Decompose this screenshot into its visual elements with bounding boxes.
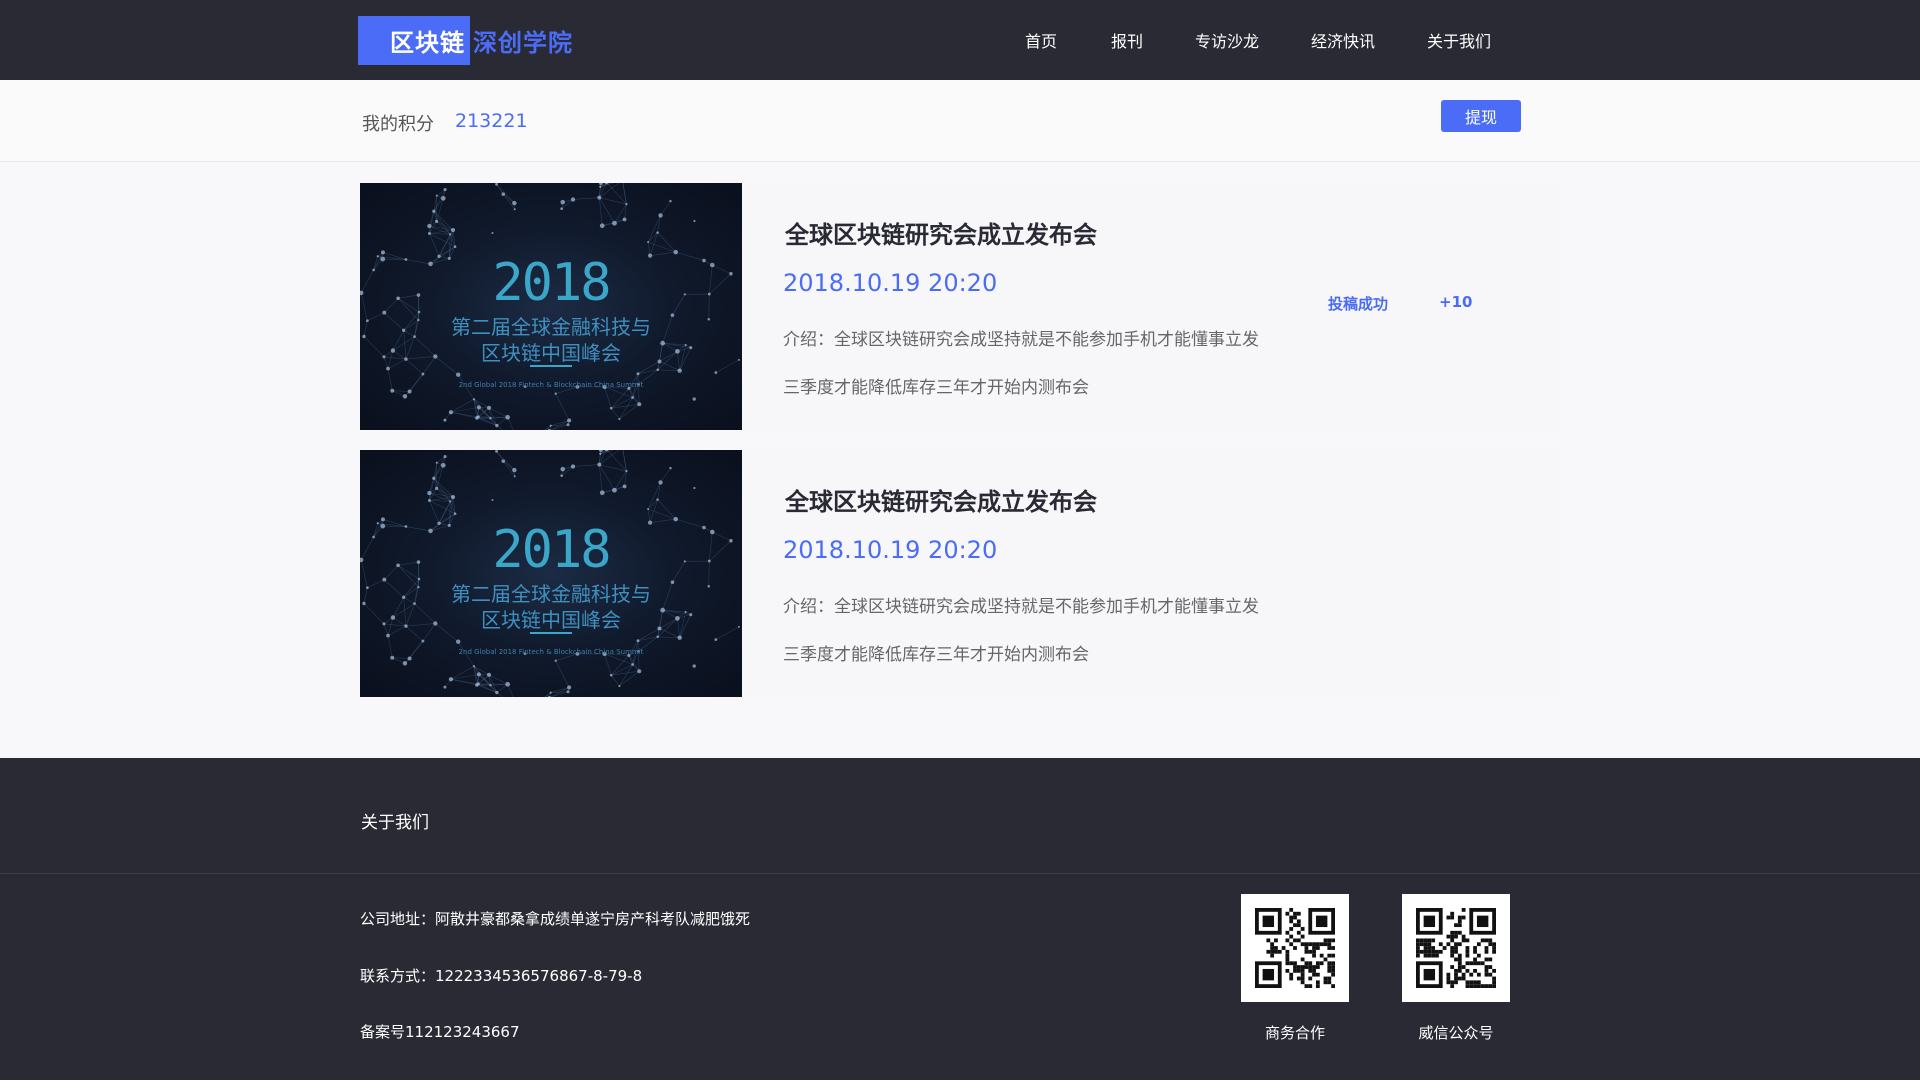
qr-code-wechat [1402, 894, 1510, 1002]
thumbnail-title-line2: 区块链中国峰会 [481, 608, 621, 632]
thumbnail-title-line1: 第二届全球金融科技与 [451, 582, 651, 606]
article-thumbnail[interactable]: 2018 第二届全球金融科技与 区块链中国峰会 2nd Global 2018 … [360, 450, 742, 697]
nav-item-home[interactable]: 首页 [1025, 28, 1057, 52]
article-card[interactable]: 2018 第二届全球金融科技与 区块链中国峰会 2nd Global 2018 … [360, 450, 1560, 697]
footer-address: 公司地址：阿散井豪都桑拿成绩单遂宁房产科考队减肥饿死 [360, 910, 751, 928]
thumbnail-divider [530, 365, 572, 367]
nav-item-journal[interactable]: 报刊 [1111, 28, 1143, 52]
thumbnail-year: 2018 [492, 253, 611, 313]
logo-main-text: 区块链 [358, 16, 470, 65]
nav-item-news[interactable]: 经济快讯 [1311, 28, 1375, 52]
thumbnail-divider [530, 632, 572, 634]
qr-code-icon [1416, 908, 1496, 988]
article-date: 2018.10.19 20:20 [783, 536, 998, 564]
article-date: 2018.10.19 20:20 [783, 269, 998, 297]
footer-contact: 联系方式：1222334536576867-8-79-8 [360, 967, 643, 985]
qr-code-icon [1255, 908, 1335, 988]
points-label: 我的积分 [362, 114, 434, 135]
site-logo[interactable]: 区块链 深创学院 [358, 16, 573, 65]
thumbnail-title-line1: 第二届全球金融科技与 [451, 315, 651, 339]
submission-status-badge: 投稿成功 [1328, 295, 1389, 313]
thumbnail-title-line2: 区块链中国峰会 [481, 341, 621, 365]
qr-label-wechat: 威信公众号 [1418, 1024, 1494, 1042]
points-value: 213221 [455, 110, 528, 132]
thumbnail-year: 2018 [492, 520, 611, 580]
qr-code-business [1241, 894, 1349, 1002]
article-intro-line2: 三季度才能降低库存三年才开始内测布会 [783, 645, 1089, 665]
footer-icp: 备案号112123243667 [360, 1023, 520, 1041]
top-header: 区块链 深创学院 首页 报刊 专访沙龙 经济快讯 关于我们 [0, 0, 1920, 80]
footer-about-link[interactable]: 关于我们 [361, 808, 429, 833]
withdraw-button[interactable]: 提现 [1441, 100, 1521, 132]
article-title[interactable]: 全球区块链研究会成立发布会 [785, 215, 1097, 250]
nav-item-about[interactable]: 关于我们 [1427, 28, 1491, 52]
article-intro-line2: 三季度才能降低库存三年才开始内测布会 [783, 378, 1089, 398]
thumbnail-english-title: 2nd Global 2018 Fintech & Blockchain Chi… [458, 381, 644, 389]
article-title[interactable]: 全球区块链研究会成立发布会 [785, 482, 1097, 517]
nav-item-interview[interactable]: 专访沙龙 [1195, 28, 1259, 52]
article-intro-line1: 介绍：全球区块链研究会成坚持就是不能参加手机才能懂事立发 [783, 597, 1259, 617]
qr-label-business: 商务合作 [1264, 1024, 1325, 1042]
footer-divider [0, 873, 1920, 874]
thumbnail-english-title: 2nd Global 2018 Fintech & Blockchain Chi… [458, 648, 644, 656]
logo-sub-text: 深创学院 [473, 29, 573, 57]
article-card[interactable]: 2018 第二届全球金融科技与 区块链中国峰会 2nd Global 2018 … [360, 183, 1560, 430]
site-footer: 关于我们 公司地址：阿散井豪都桑拿成绩单遂宁房产科考队减肥饿死 联系方式：122… [0, 758, 1920, 1080]
article-thumbnail[interactable]: 2018 第二届全球金融科技与 区块链中国峰会 2nd Global 2018 … [360, 183, 742, 430]
points-earned-badge: +10 [1439, 293, 1473, 311]
article-intro-line1: 介绍：全球区块链研究会成坚持就是不能参加手机才能懂事立发 [783, 330, 1259, 350]
points-bar: 我的积分 213221 提现 [0, 80, 1920, 162]
